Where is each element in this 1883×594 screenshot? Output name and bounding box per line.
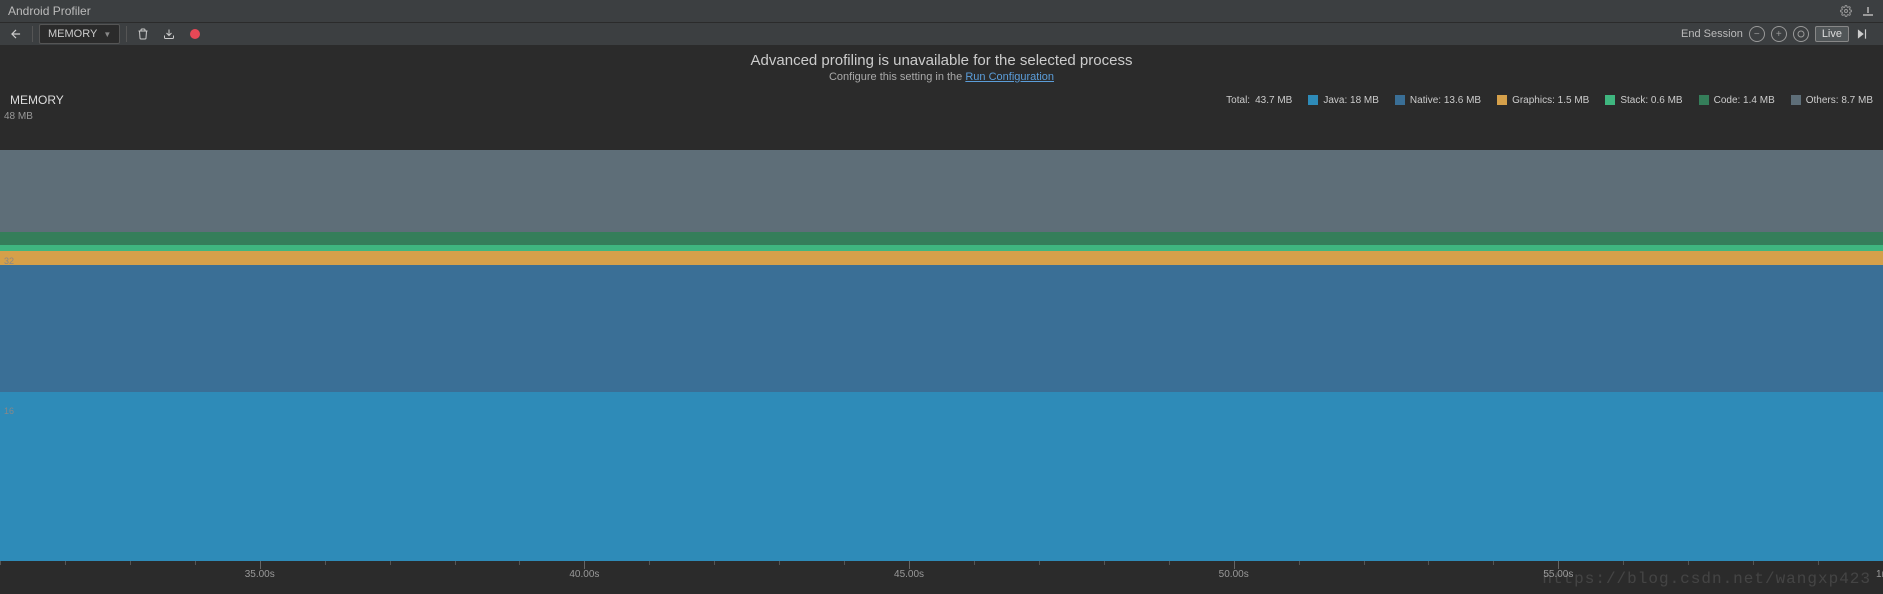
trash-button[interactable] <box>133 24 153 44</box>
y-axis-max-label: 48 MB <box>4 111 33 122</box>
record-button[interactable] <box>185 24 205 44</box>
chart-band-native <box>0 265 1883 393</box>
legend-total: Total: 43.7 MB <box>1226 95 1292 106</box>
time-tick-minor <box>1688 561 1689 565</box>
dropdown-label: MEMORY <box>48 28 97 40</box>
time-label: 1m <box>1876 569 1883 580</box>
chevron-down-icon: ▼ <box>103 30 111 39</box>
back-button[interactable] <box>6 24 26 44</box>
record-icon <box>190 29 200 39</box>
legend-item-label: Java: 18 MB <box>1323 95 1379 106</box>
divider <box>126 26 127 42</box>
time-label: 35.00s <box>245 569 275 580</box>
time-tick <box>260 561 261 569</box>
warning-sub-prefix: Configure this setting in the <box>829 71 965 83</box>
legend-total-label: Total: <box>1226 95 1250 106</box>
titlebar-title: Android Profiler <box>8 4 91 18</box>
chart-title: MEMORY <box>10 93 64 107</box>
legend-swatch <box>1699 95 1709 105</box>
chart-band-graphics <box>0 251 1883 265</box>
time-label: 45.00s <box>894 569 924 580</box>
profiler-type-dropdown[interactable]: MEMORY ▼ <box>39 24 120 44</box>
capture-button[interactable] <box>159 24 179 44</box>
time-label: 55.00s <box>1543 569 1573 580</box>
legend-item-label: Graphics: 1.5 MB <box>1512 95 1589 106</box>
time-tick-minor <box>1299 561 1300 565</box>
time-tick-minor <box>1039 561 1040 565</box>
chart-band-stack <box>0 245 1883 251</box>
legend-item-label: Code: 1.4 MB <box>1714 95 1775 106</box>
time-tick-minor <box>65 561 66 565</box>
time-tick-minor <box>390 561 391 565</box>
time-axis: 35.00s 40.00s 45.00s 50.00s 55.00s 1m <box>0 561 1883 583</box>
time-tick-minor <box>455 561 456 565</box>
legend-item: Stack: 0.6 MB <box>1605 95 1682 106</box>
time-tick-minor <box>325 561 326 565</box>
time-tick-minor <box>195 561 196 565</box>
legend-items: Total: 43.7 MB Java: 18 MB Native: 13.6 M… <box>1226 95 1873 106</box>
warning-message: Advanced profiling is unavailable for th… <box>0 46 1883 91</box>
legend-item: Graphics: 1.5 MB <box>1497 95 1589 106</box>
legend-item-label: Stack: 0.6 MB <box>1620 95 1682 106</box>
legend-row: MEMORY Total: 43.7 MB Java: 18 MB Native:… <box>0 91 1883 111</box>
chart-band-java <box>0 392 1883 561</box>
end-session-button[interactable]: End Session <box>1681 28 1743 40</box>
titlebar-right <box>1839 4 1875 18</box>
time-tick <box>909 561 910 569</box>
time-tick-minor <box>1623 561 1624 565</box>
time-tick-minor <box>649 561 650 565</box>
time-tick-minor <box>1493 561 1494 565</box>
time-tick-minor <box>0 561 1 565</box>
legend-swatch <box>1395 95 1405 105</box>
titlebar: Android Profiler <box>0 0 1883 22</box>
time-tick-minor <box>1104 561 1105 565</box>
time-tick <box>584 561 585 569</box>
zoom-in-button[interactable]: + <box>1771 26 1787 42</box>
time-tick-minor <box>779 561 780 565</box>
warning-message-sub: Configure this setting in the Run Config… <box>0 71 1883 83</box>
legend-total-value: 43.7 MB <box>1255 95 1292 106</box>
time-tick-minor <box>844 561 845 565</box>
gear-icon[interactable] <box>1839 4 1853 18</box>
y-tick: 16 <box>4 406 14 416</box>
time-tick-minor <box>1364 561 1365 565</box>
go-to-end-button[interactable] <box>1855 27 1869 41</box>
run-configuration-link[interactable]: Run Configuration <box>965 71 1054 83</box>
legend-swatch <box>1791 95 1801 105</box>
legend-swatch <box>1605 95 1615 105</box>
time-tick-minor <box>130 561 131 565</box>
time-tick <box>1558 561 1559 569</box>
live-label: Live <box>1822 28 1842 40</box>
time-tick-minor <box>1428 561 1429 565</box>
legend-item-label: Native: 13.6 MB <box>1410 95 1481 106</box>
legend-item: Others: 8.7 MB <box>1791 95 1873 106</box>
time-tick <box>1234 561 1235 569</box>
memory-chart[interactable]: 48 MB 16 32 <box>0 111 1883 561</box>
warning-message-main: Advanced profiling is unavailable for th… <box>0 52 1883 69</box>
zoom-reset-button[interactable] <box>1793 26 1809 42</box>
divider <box>32 26 33 42</box>
legend-item: Java: 18 MB <box>1308 95 1379 106</box>
live-button[interactable]: Live <box>1815 26 1849 42</box>
time-tick-minor <box>1818 561 1819 565</box>
time-tick-minor <box>714 561 715 565</box>
chart-band-code <box>0 232 1883 245</box>
legend-item: Code: 1.4 MB <box>1699 95 1775 106</box>
time-tick-minor <box>974 561 975 565</box>
legend-swatch <box>1308 95 1318 105</box>
minimize-icon[interactable] <box>1861 4 1875 18</box>
time-tick-minor <box>1753 561 1754 565</box>
legend-item-label: Others: 8.7 MB <box>1806 95 1873 106</box>
time-label: 50.00s <box>1219 569 1249 580</box>
legend-swatch <box>1497 95 1507 105</box>
time-label: 40.00s <box>569 569 599 580</box>
zoom-out-button[interactable]: − <box>1749 26 1765 42</box>
toolbar: MEMORY ▼ End Session − + Live <box>0 22 1883 46</box>
legend-item: Native: 13.6 MB <box>1395 95 1481 106</box>
time-tick-minor <box>519 561 520 565</box>
toolbar-right: End Session − + Live <box>1681 26 1877 42</box>
time-tick-minor <box>1169 561 1170 565</box>
chart-band-others <box>0 150 1883 232</box>
y-tick: 32 <box>4 256 14 266</box>
